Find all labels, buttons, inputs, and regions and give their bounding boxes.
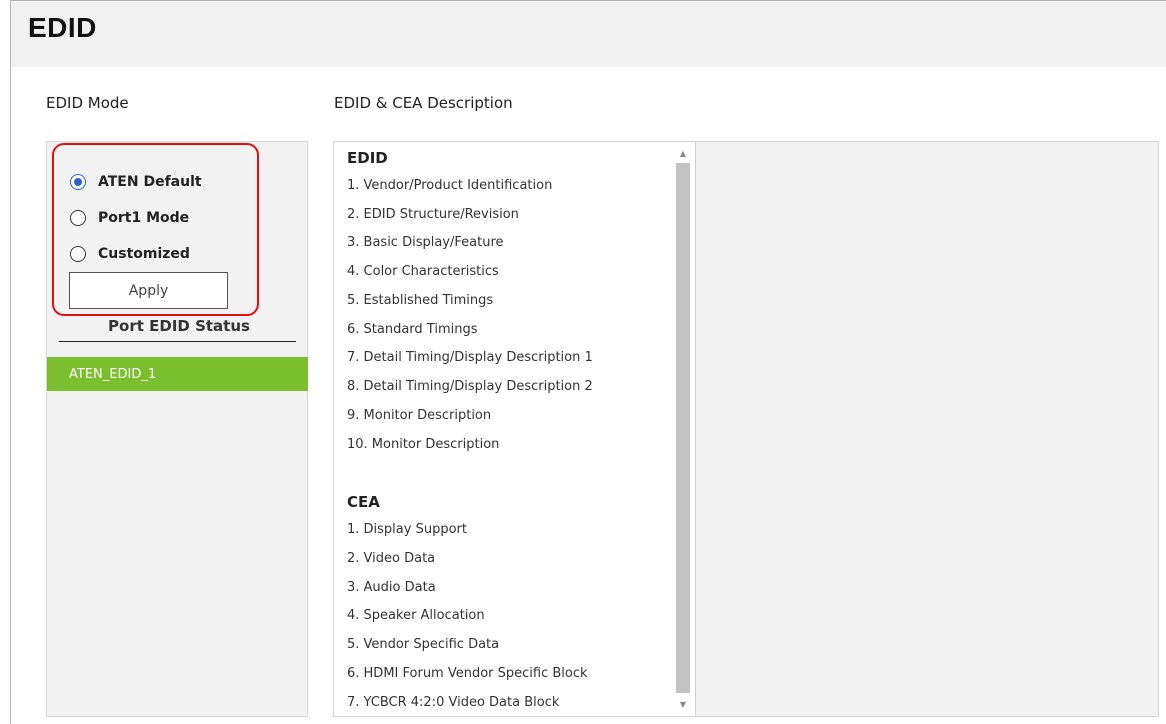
edid-cea-description-label: EDID & CEA Description — [334, 94, 513, 112]
annotation-highlight-box — [52, 143, 259, 316]
edid-mode-label: EDID Mode — [46, 94, 129, 112]
list-item[interactable]: 6. Standard Timings — [347, 322, 478, 337]
list-item[interactable]: 2. EDID Structure/Revision — [347, 207, 519, 222]
list-item[interactable]: 4. Speaker Allocation — [347, 608, 485, 623]
list-item[interactable]: 6. HDMI Forum Vendor Specific Block — [347, 666, 588, 681]
list-item[interactable]: 4. Color Characteristics — [347, 264, 499, 279]
description-list[interactable]: EDID 1. Vendor/Product Identification 2.… — [334, 142, 696, 716]
list-item[interactable]: 2. Video Data — [347, 551, 435, 566]
port-edid-status-item[interactable]: ATEN_EDID_1 — [47, 357, 308, 391]
list-item[interactable]: 3. Audio Data — [347, 580, 436, 595]
list-item[interactable]: 5. Vendor Specific Data — [347, 637, 499, 652]
list-item[interactable]: 8. Detail Timing/Display Description 2 — [347, 379, 593, 394]
list-item[interactable]: 10. Monitor Description — [347, 437, 499, 452]
page-title: EDID — [28, 12, 97, 43]
cea-group-heading: CEA — [347, 493, 380, 511]
list-item[interactable]: 1. Display Support — [347, 522, 467, 537]
list-item[interactable]: 3. Basic Display/Feature — [347, 235, 504, 250]
scrollbar-thumb[interactable] — [676, 163, 690, 693]
status-divider — [59, 341, 296, 342]
list-item[interactable]: 5. Established Timings — [347, 293, 493, 308]
list-item[interactable]: 1. Vendor/Product Identification — [347, 178, 552, 193]
list-item[interactable]: 7. YCBCR 4:2:0 Video Data Block — [347, 695, 559, 710]
list-item[interactable]: 7. Detail Timing/Display Description 1 — [347, 350, 593, 365]
port-edid-status-title: Port EDID Status — [108, 317, 250, 335]
edid-group-heading: EDID — [347, 149, 388, 167]
list-item[interactable]: 9. Monitor Description — [347, 408, 491, 423]
scroll-up-arrow-icon[interactable]: ▲ — [676, 147, 690, 161]
scroll-down-arrow-icon[interactable]: ▼ — [676, 698, 690, 712]
header-bar — [11, 1, 1166, 67]
